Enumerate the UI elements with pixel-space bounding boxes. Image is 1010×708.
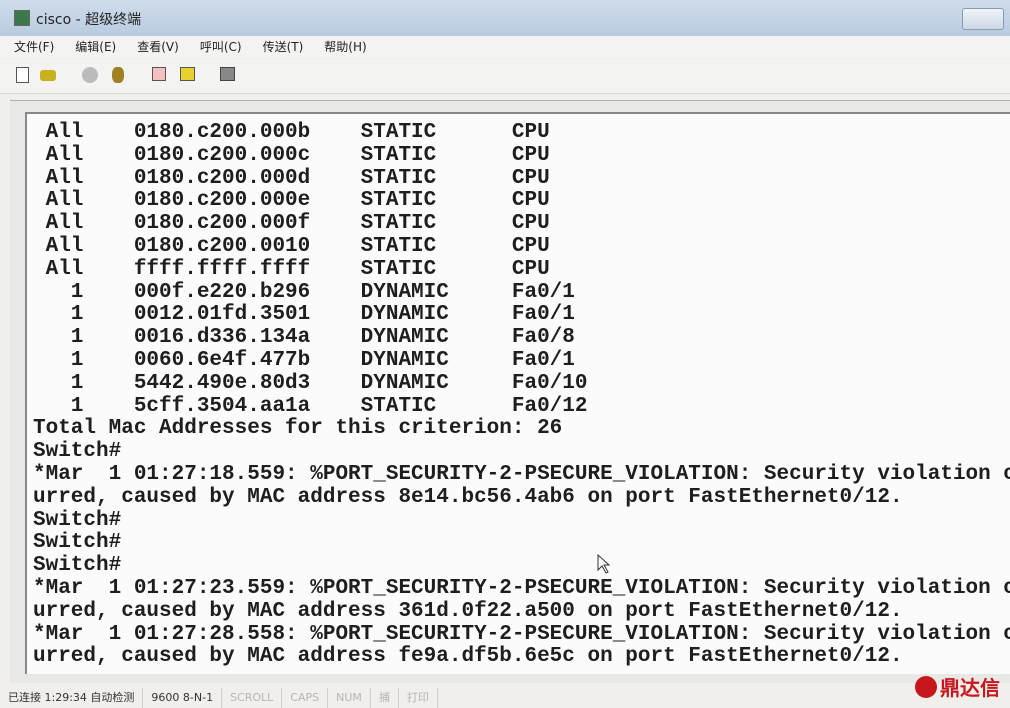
status-bar: 已连接 1:29:34 自动检测 9600 8-N-1 SCROLL CAPS … [0,688,1010,708]
terminal-line: 1 5442.490e.80d3 DYNAMIC Fa0/10 [33,371,588,395]
title-bar: cisco - 超级终端 [0,0,1010,36]
menu-help[interactable]: 帮助(H) [324,36,366,58]
terminal-line: urred, caused by MAC address 8e14.bc56.4… [33,485,903,509]
menu-view[interactable]: 查看(V) [137,36,179,58]
status-connection: 已连接 1:29:34 自动检测 [0,688,144,708]
terminal-line: 1 0012.01fd.3501 DYNAMIC Fa0/1 [33,303,575,327]
window-control-button[interactable] [962,8,1004,30]
call-icon[interactable] [112,67,124,83]
menu-bar: 文件(F) 编辑(E) 查看(V) 呼叫(C) 传送(T) 帮助(H) [0,36,1010,58]
app-icon [14,10,30,26]
watermark-text: 鼎达信 [940,676,1000,700]
status-caps: CAPS [282,688,329,708]
receive-icon[interactable] [180,67,195,81]
terminal-line: urred, caused by MAC address fe9a.df5b.6… [33,645,903,669]
terminal-line: Switch# [33,440,122,464]
terminal-line: *Mar 1 01:27:23.559: %PORT_SECURITY-2-PS… [33,576,1010,600]
logo-mark-icon [915,675,937,698]
terminal-line: Switch# [33,508,122,532]
terminal-line: All ffff.ffff.ffff STATIC CPU [33,257,550,281]
send-icon[interactable] [152,67,166,81]
menu-file[interactable]: 文件(F) [14,36,54,58]
status-print: 打印 [399,688,438,708]
terminal-line: 1 0060.6e4f.477b DYNAMIC Fa0/1 [33,348,575,372]
status-settings: 9600 8-N-1 [143,688,223,708]
menu-transfer[interactable]: 传送(T) [263,36,304,58]
terminal-line: Total Mac Addresses for this criterion: … [33,417,563,441]
toolbar [0,59,1010,94]
properties-icon[interactable] [220,67,235,81]
terminal-line: 1 000f.e220.b296 DYNAMIC Fa0/1 [33,280,575,304]
terminal-line: Switch# [33,554,122,578]
terminal-output: All 0180.c200.000b STATIC CPU All 0180.c… [33,121,1010,669]
status-num: NUM [328,688,371,708]
terminal-line: All 0180.c200.000d STATIC CPU [33,166,550,190]
open-icon[interactable] [40,70,56,81]
terminal-line: All 0180.c200.000b STATIC CPU [33,121,550,144]
mouse-cursor-icon [597,554,611,574]
terminal-line: 1 0016.d336.134a DYNAMIC Fa0/8 [33,326,575,350]
status-scroll: SCROLL [222,688,283,708]
window-title: cisco - 超级终端 [36,12,142,28]
menu-edit[interactable]: 编辑(E) [75,36,116,58]
menu-call[interactable]: 呼叫(C) [200,36,242,58]
terminal-line: *Mar 1 01:27:18.559: %PORT_SECURITY-2-PS… [33,462,1010,486]
terminal-line: urred, caused by MAC address 361d.0f22.a… [33,599,903,623]
terminal-line: Switch# [33,531,122,555]
terminal-screen[interactable]: All 0180.c200.000b STATIC CPU All 0180.c… [25,112,1010,674]
terminal-line: All 0180.c200.0010 STATIC CPU [33,234,550,258]
disconnect-icon[interactable] [82,67,98,83]
status-capture: 捕 [371,688,399,708]
new-icon[interactable] [16,67,29,83]
terminal-line: 1 5cff.3504.aa1a STATIC Fa0/12 [33,394,588,418]
terminal-line: *Mar 1 01:27:28.558: %PORT_SECURITY-2-PS… [33,622,1010,646]
watermark-logo: 鼎达信 [915,672,1000,701]
terminal-line: All 0180.c200.000f STATIC CPU [33,212,550,236]
terminal-line: All 0180.c200.000e STATIC CPU [33,189,550,213]
terminal-line: All 0180.c200.000c STATIC CPU [33,143,550,167]
